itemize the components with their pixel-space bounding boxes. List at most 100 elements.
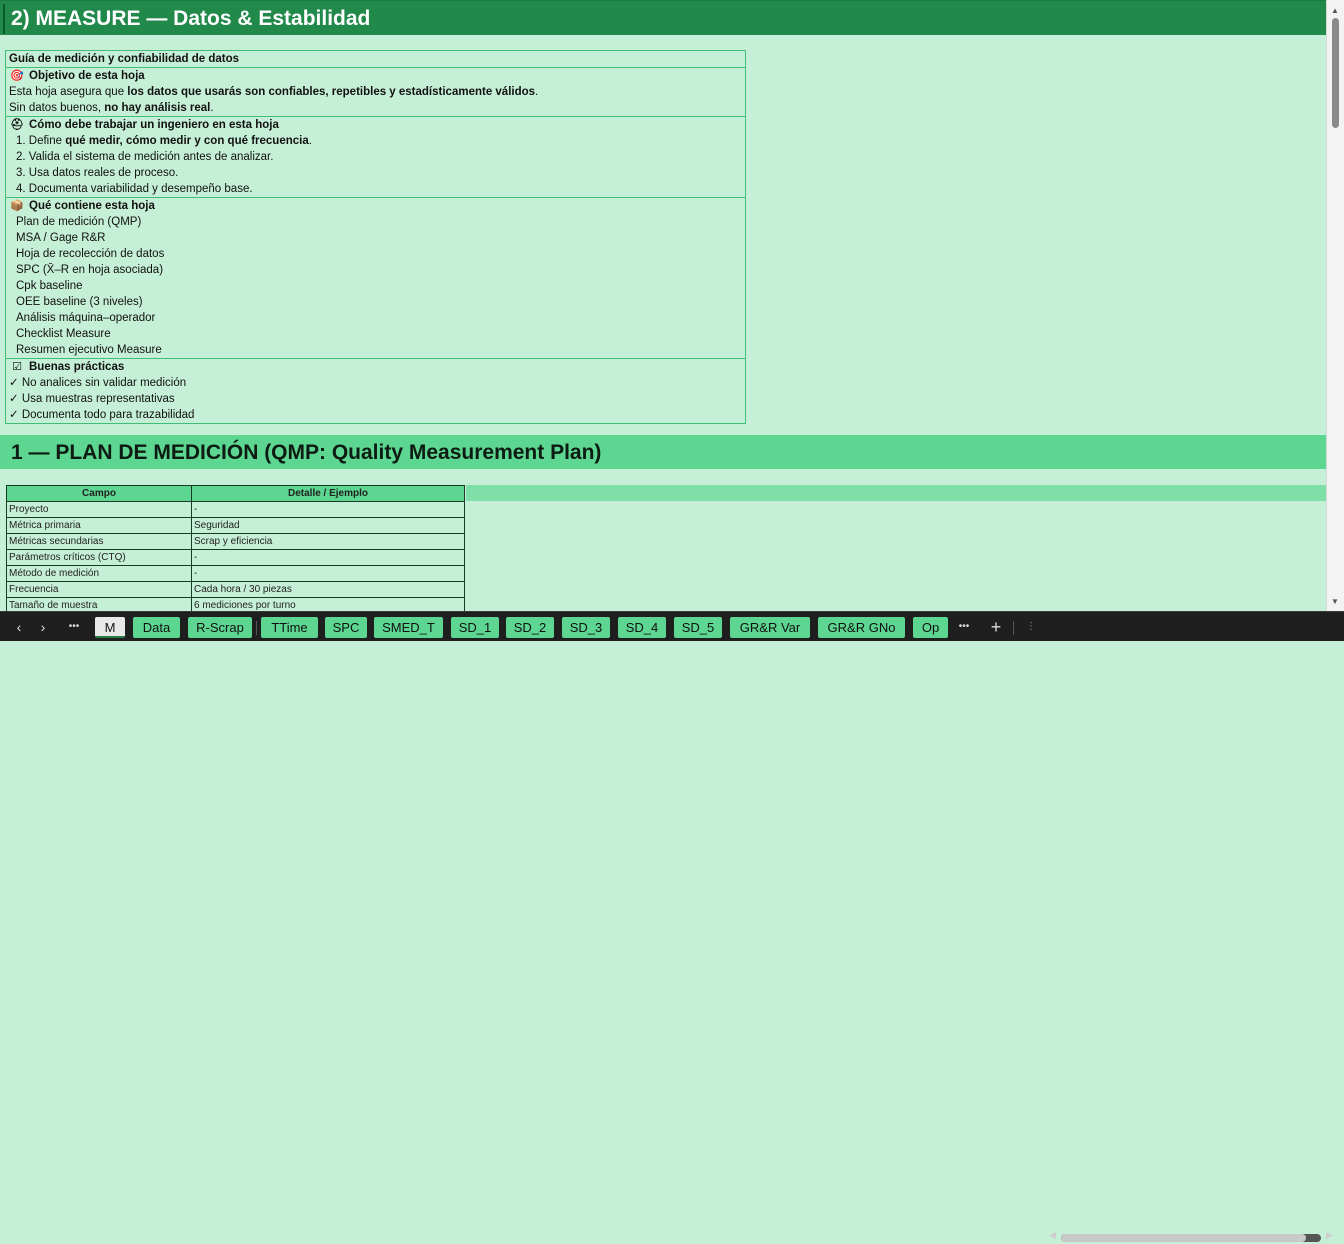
objective-line1-bold: los datos que usarás son confiables, rep… [127, 86, 536, 98]
table-row: Proyecto - [6, 501, 465, 518]
tab-overflow-left-button[interactable]: ••• [63, 612, 85, 642]
cell[interactable]: Scrap y eficiencia [191, 533, 465, 550]
scroll-up-icon[interactable]: ▲ [1331, 6, 1339, 15]
cell[interactable]: Proyecto [6, 501, 192, 518]
column-header[interactable]: Detalle / Ejemplo [191, 485, 465, 502]
plus-icon: + [990, 617, 1002, 637]
tab-op[interactable]: Op [913, 617, 948, 638]
tab-grr-gno[interactable]: GR&R GNo [818, 617, 905, 638]
table-row: Método de medición - [6, 565, 465, 582]
objective-line1-a: Esta hoja asegura que [9, 86, 128, 98]
objective-line2-a: Sin datos buenos, [9, 102, 105, 114]
tab-m[interactable]: M [95, 617, 125, 638]
practice-item: ✓ Usa muestras representativas [9, 393, 175, 405]
contents-item: SPC (X̄–R en hoja asociada) [16, 264, 164, 276]
scroll-down-icon[interactable]: ▼ [1331, 597, 1339, 606]
cell[interactable]: Parámetros críticos (CTQ) [6, 549, 192, 566]
more-icon: ••• [68, 621, 80, 632]
step1-bold: qué medir, cómo medir y con qué frecuenc… [65, 135, 309, 147]
objective-line1-c: . [535, 86, 539, 98]
tab-ttime[interactable]: TTime [261, 617, 318, 638]
tab-sd-3[interactable]: SD_3 [562, 617, 610, 638]
chevron-left-icon: ‹ [16, 619, 22, 635]
qmp-table: Campo Detalle / Ejemplo Proyecto - Métric… [6, 485, 465, 611]
cell[interactable]: Frecuencia [6, 581, 192, 598]
cell[interactable]: Métricas secundarias [6, 533, 192, 550]
guide-box: Guía de medición y confiabilidad de dato… [5, 50, 746, 424]
table-row: Métrica primaria Seguridad [6, 517, 465, 534]
contents-item: Resumen ejecutivo Measure [16, 344, 162, 356]
practice-item: ✓ No analices sin validar medición [9, 377, 187, 389]
engineer-icon: ⛑ [10, 119, 24, 131]
tab-data[interactable]: Data [133, 617, 180, 638]
chevron-right-icon: › [40, 619, 46, 635]
contents-item: Plan de medición (QMP) [16, 216, 142, 228]
section-plan-title: 1 — PLAN DE MEDICIÓN (QMP: Quality Measu… [11, 441, 602, 464]
table-row: Frecuencia Cada hora / 30 piezas [6, 581, 465, 598]
table-header-row: Campo Detalle / Ejemplo [6, 485, 465, 502]
tab-grr-var[interactable]: GR&R Var [730, 617, 810, 638]
objective-title: Objetivo de esta hoja [29, 70, 145, 82]
target-icon: 🎯 [10, 70, 24, 82]
tab-smed-t[interactable]: SMED_T [374, 617, 443, 638]
objective-block: 🎯 Objetivo de esta hoja Esta hoja asegura… [6, 68, 745, 117]
contents-item: Checklist Measure [16, 328, 111, 340]
tab-divider [256, 621, 257, 635]
vertical-scrollbar[interactable]: ▲ ▼ [1326, 0, 1344, 611]
cell[interactable]: Cada hora / 30 piezas [191, 581, 465, 598]
cell[interactable]: 6 mediciones por turno [191, 597, 465, 611]
tab-sd-5[interactable]: SD_5 [674, 617, 722, 638]
cell[interactable]: Tamaño de muestra [6, 597, 192, 611]
cell[interactable]: Método de medición [6, 565, 192, 582]
table-row: Tamaño de muestra 6 mediciones por turno [6, 597, 465, 611]
step3: 3. Usa datos reales de proceso. [16, 167, 179, 179]
practices-block: ☑ Buenas prácticas ✓ No analices sin vali… [6, 359, 745, 423]
sheet-title-bar: 2) MEASURE — Datos & Estabilidad [0, 0, 1326, 35]
step1-c: . [308, 135, 312, 147]
step4: 4. Documenta variabilidad y desempeño ba… [16, 183, 253, 195]
table-row: Parámetros críticos (CTQ) - [6, 549, 465, 566]
contents-item: OEE baseline (3 niveles) [16, 296, 143, 308]
practices-title: Buenas prácticas [29, 361, 125, 373]
tab-sd-1[interactable]: SD_1 [451, 617, 499, 638]
horizontal-scroll-thumb[interactable] [1061, 1234, 1306, 1242]
tab-overflow-right-button[interactable]: ••• [953, 612, 975, 642]
package-icon: 📦 [10, 200, 24, 212]
sheet-title: 2) MEASURE — Datos & Estabilidad [11, 7, 371, 30]
selected-cell-indicator [3, 4, 7, 34]
cell[interactable]: - [191, 565, 465, 582]
tab-prev-button[interactable]: ‹ [8, 612, 30, 642]
tab-sd-2[interactable]: SD_2 [506, 617, 554, 638]
contents-item: Análisis máquina–operador [16, 312, 156, 324]
cell[interactable]: Seguridad [191, 517, 465, 534]
contents-block: 📦 Qué contiene esta hoja Plan de medición… [6, 198, 745, 359]
column-header[interactable]: Campo [6, 485, 192, 502]
tab-divider [1013, 621, 1014, 635]
contents-title: Qué contiene esta hoja [29, 200, 155, 212]
contents-item: Hoja de recolección de datos [16, 248, 165, 260]
worksheet[interactable]: 2) MEASURE — Datos & Estabilidad Guía de… [0, 0, 1326, 611]
objective-line2-c: . [210, 102, 214, 114]
step2: 2. Valida el sistema de medición antes d… [16, 151, 274, 163]
scroll-right-icon[interactable]: ▶ [1326, 1230, 1333, 1241]
guide-header: Guía de medición y confiabilidad de dato… [9, 53, 240, 65]
checkbox-icon: ☑ [12, 361, 22, 373]
more-icon: ••• [958, 621, 970, 632]
split-handle[interactable]: ⋮ [1020, 612, 1042, 642]
tab-sd-4[interactable]: SD_4 [618, 617, 666, 638]
tab-r-scrap[interactable]: R-Scrap [188, 617, 252, 638]
practice-item: ✓ Documenta todo para trazabilidad [9, 409, 195, 421]
vertical-scroll-thumb[interactable] [1332, 18, 1339, 128]
tab-spc[interactable]: SPC [325, 617, 367, 638]
add-sheet-button[interactable]: + [985, 612, 1007, 642]
table-row: Métricas secundarias Scrap y eficiencia [6, 533, 465, 550]
cell[interactable]: Métrica primaria [6, 517, 192, 534]
tab-next-button[interactable]: › [32, 612, 54, 642]
cell[interactable]: - [191, 549, 465, 566]
cell[interactable]: - [191, 501, 465, 518]
step1-a: 1. Define [16, 135, 66, 147]
engineer-title: Cómo debe trabajar un ingeniero en esta … [29, 119, 279, 131]
scroll-left-icon[interactable]: ◀ [1049, 1230, 1056, 1241]
horizontal-scrollbar[interactable]: ◀ ▶ [1047, 1230, 1337, 1244]
section-plan-header: 1 — PLAN DE MEDICIÓN (QMP: Quality Measu… [0, 435, 1326, 469]
